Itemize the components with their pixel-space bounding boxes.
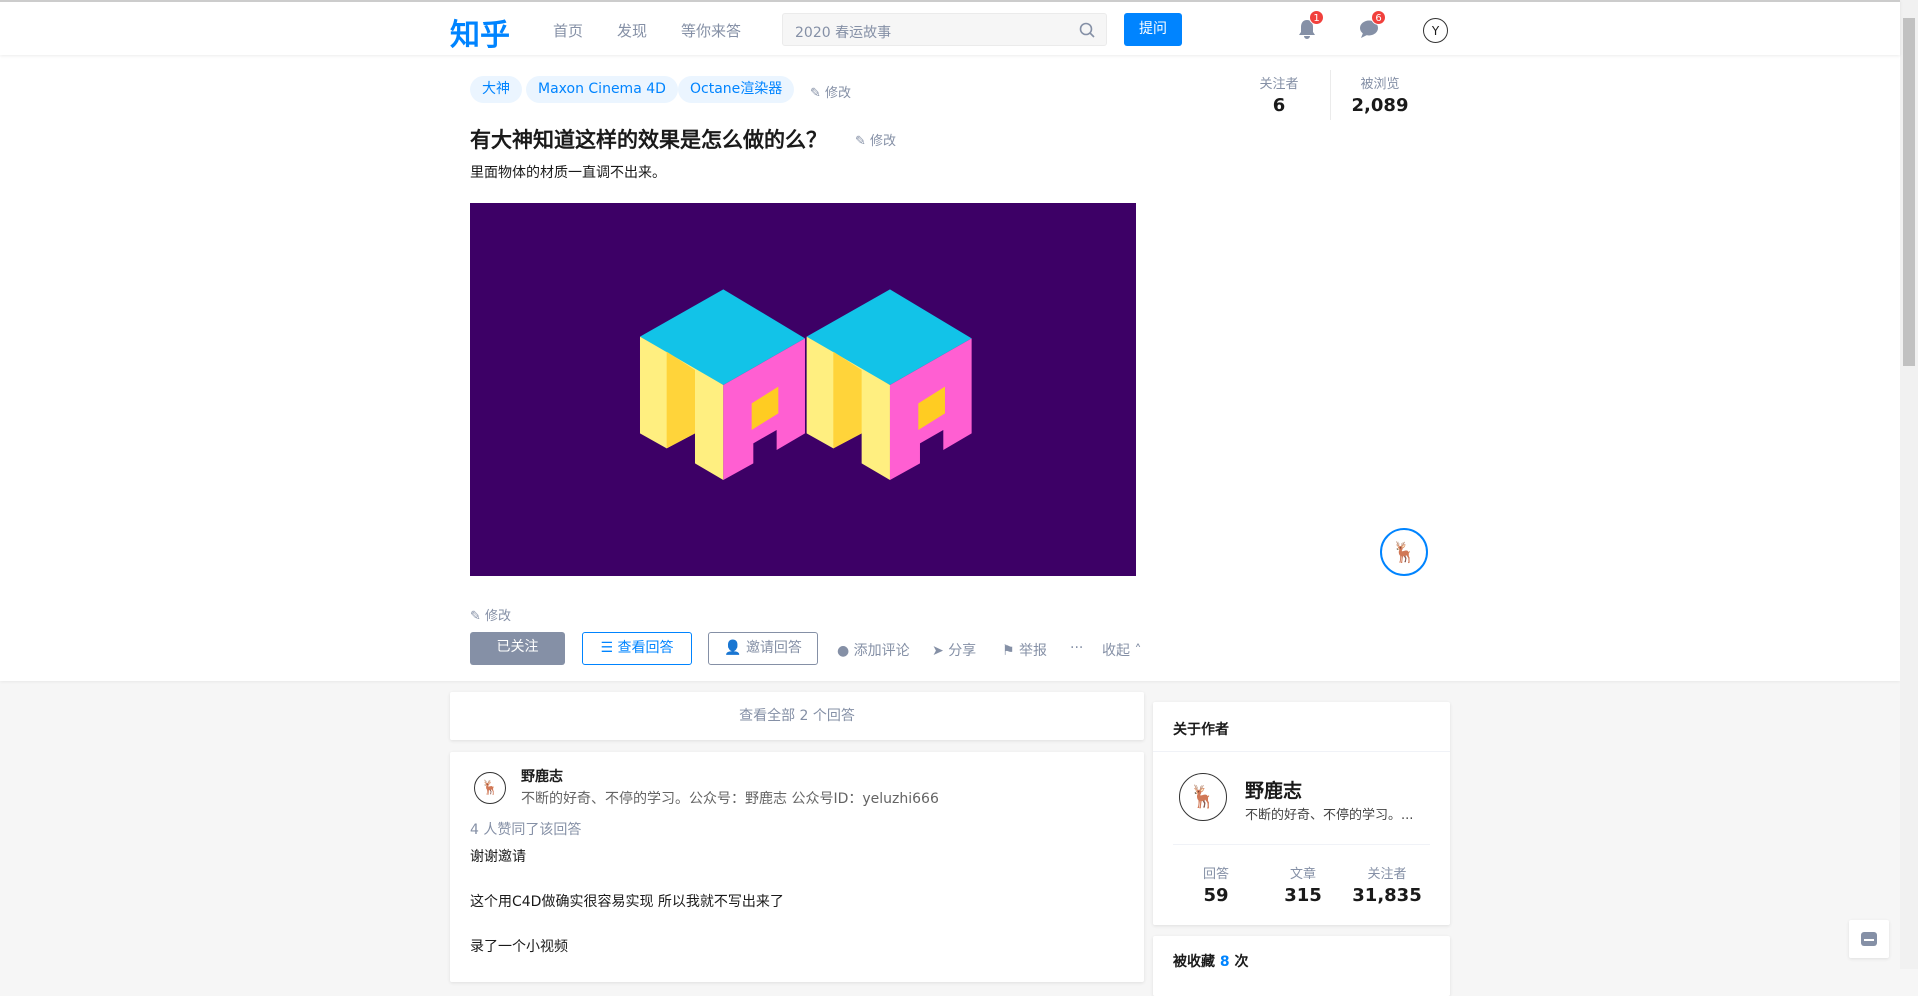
messages-button[interactable]: 6 (1359, 19, 1381, 43)
zhihu-logo[interactable]: 知乎 (450, 10, 510, 54)
stat-label: 关注者 (1347, 863, 1427, 882)
followed-button[interactable]: 已关注 (470, 632, 565, 665)
view-answers-button[interactable]: ☰ 查看回答 (582, 632, 692, 665)
add-user-icon: 👤 (724, 640, 746, 656)
deer-icon: 🦌 (1189, 785, 1216, 810)
edit-detail-button[interactable]: ✎ 修改 (470, 605, 511, 624)
question-image[interactable] (470, 203, 1136, 576)
topic-tag[interactable]: 大神 (470, 76, 522, 103)
topic-tag[interactable]: Maxon Cinema 4D (526, 76, 678, 103)
invite-button[interactable]: 👤 邀请回答 (708, 632, 818, 665)
floating-author-avatar[interactable]: 🦌 (1380, 528, 1428, 576)
followers-count: 6 (1229, 95, 1329, 116)
flag-icon: ⚑ (1002, 643, 1019, 659)
answers-count[interactable]: 59 (1166, 885, 1266, 906)
inbox-icon (1860, 931, 1878, 947)
about-author-title: 关于作者 (1173, 719, 1229, 739)
edit-topics-button[interactable]: ✎ 修改 (810, 82, 851, 101)
deer-icon: 🦌 (481, 780, 498, 796)
collapse-button[interactable]: 收起 ˄ (1102, 640, 1141, 660)
pencil-icon: ✎ (470, 609, 485, 624)
deer-icon: 🦌 (1392, 540, 1417, 564)
view-all-answers-button[interactable]: 查看全部 2 个回答 (450, 692, 1144, 740)
question-detail: 里面物体的材质一直调不出来。 (470, 162, 666, 182)
followers-label: 关注者 (1239, 73, 1319, 92)
collected-count[interactable]: 8 (1220, 954, 1230, 970)
scrollbar-thumb[interactable] (1903, 18, 1915, 366)
search-input[interactable]: 2020 春运故事 (782, 13, 1107, 46)
answer-card: 🦌 野鹿志 不断的好奇、不停的学习。公众号：野鹿志 公众号ID：yeluzhi6… (450, 752, 1144, 982)
collected-card: 被收藏 8 次 (1153, 936, 1450, 996)
about-author-card: 关于作者 🦌 野鹿志 不断的好奇、不停的学习。... 回答 59 文章 315 … (1153, 702, 1450, 925)
report-button[interactable]: ⚑ 举报 (1002, 640, 1047, 660)
notification-badge: 1 (1309, 10, 1324, 25)
edit-title-button[interactable]: ✎ 修改 (855, 130, 896, 149)
divider (1153, 751, 1450, 752)
nav-home[interactable]: 首页 (553, 20, 583, 41)
message-badge: 6 (1371, 10, 1386, 25)
back-to-top-button[interactable] (1849, 920, 1889, 958)
notifications-button[interactable]: 1 (1297, 18, 1317, 44)
pencil-icon: ✎ (810, 86, 825, 101)
nav-waiting[interactable]: 等你来答 (681, 20, 741, 41)
divider (1173, 844, 1430, 845)
answer-paragraph: 这个用C4D做确实很容易实现 所以我就不写出来了 (470, 891, 784, 911)
sidebar-author-avatar[interactable]: 🦌 (1179, 773, 1227, 821)
stat-label: 文章 (1263, 863, 1343, 882)
top-nav: 知乎 首页 发现 等你来答 2020 春运故事 提问 1 6 Y (0, 0, 1900, 55)
topic-tag[interactable]: Octane渲染器 (678, 76, 794, 103)
comment-icon: ● (837, 643, 854, 659)
search-icon[interactable] (1078, 21, 1096, 39)
collected-title: 被收藏 8 次 (1173, 951, 1249, 971)
answer-author-bio: 不断的好奇、不停的学习。公众号：野鹿志 公众号ID：yeluzhi666 (521, 788, 939, 808)
answer-author-name[interactable]: 野鹿志 (521, 766, 563, 786)
more-button[interactable]: ··· (1070, 640, 1083, 656)
ask-button[interactable]: 提问 (1124, 13, 1182, 46)
answer-paragraph: 谢谢邀请 (470, 846, 526, 866)
answer-paragraph: 录了一个小视频 (470, 936, 568, 956)
chevron-up-icon: ˄ (1130, 643, 1141, 659)
user-avatar[interactable]: Y (1423, 18, 1448, 43)
share-button[interactable]: ➤ 分享 (932, 640, 976, 660)
stat-label: 回答 (1176, 863, 1256, 882)
question-title: 有大神知道这样的效果是怎么做的么？ (470, 124, 827, 154)
answer-author-avatar[interactable]: 🦌 (474, 772, 506, 804)
sidebar-author-bio: 不断的好奇、不停的学习。... (1245, 804, 1413, 823)
author-followers-count[interactable]: 31,835 (1337, 885, 1437, 906)
search-placeholder: 2020 春运故事 (795, 25, 891, 41)
nav-explore[interactable]: 发现 (617, 20, 647, 41)
add-comment-button[interactable]: ● 添加评论 (837, 640, 910, 660)
list-icon: ☰ (600, 640, 617, 656)
pencil-icon: ✎ (855, 134, 870, 149)
sidebar-author-name[interactable]: 野鹿志 (1245, 776, 1302, 803)
views-count: 2,089 (1330, 95, 1430, 116)
send-icon: ➤ (932, 643, 948, 659)
views-label: 被浏览 (1340, 73, 1420, 92)
question-header: 大神 Maxon Cinema 4D Octane渲染器 ✎ 修改 关注者 6 … (0, 55, 1900, 681)
vote-count[interactable]: 4 人赞同了该回答 (470, 819, 581, 839)
